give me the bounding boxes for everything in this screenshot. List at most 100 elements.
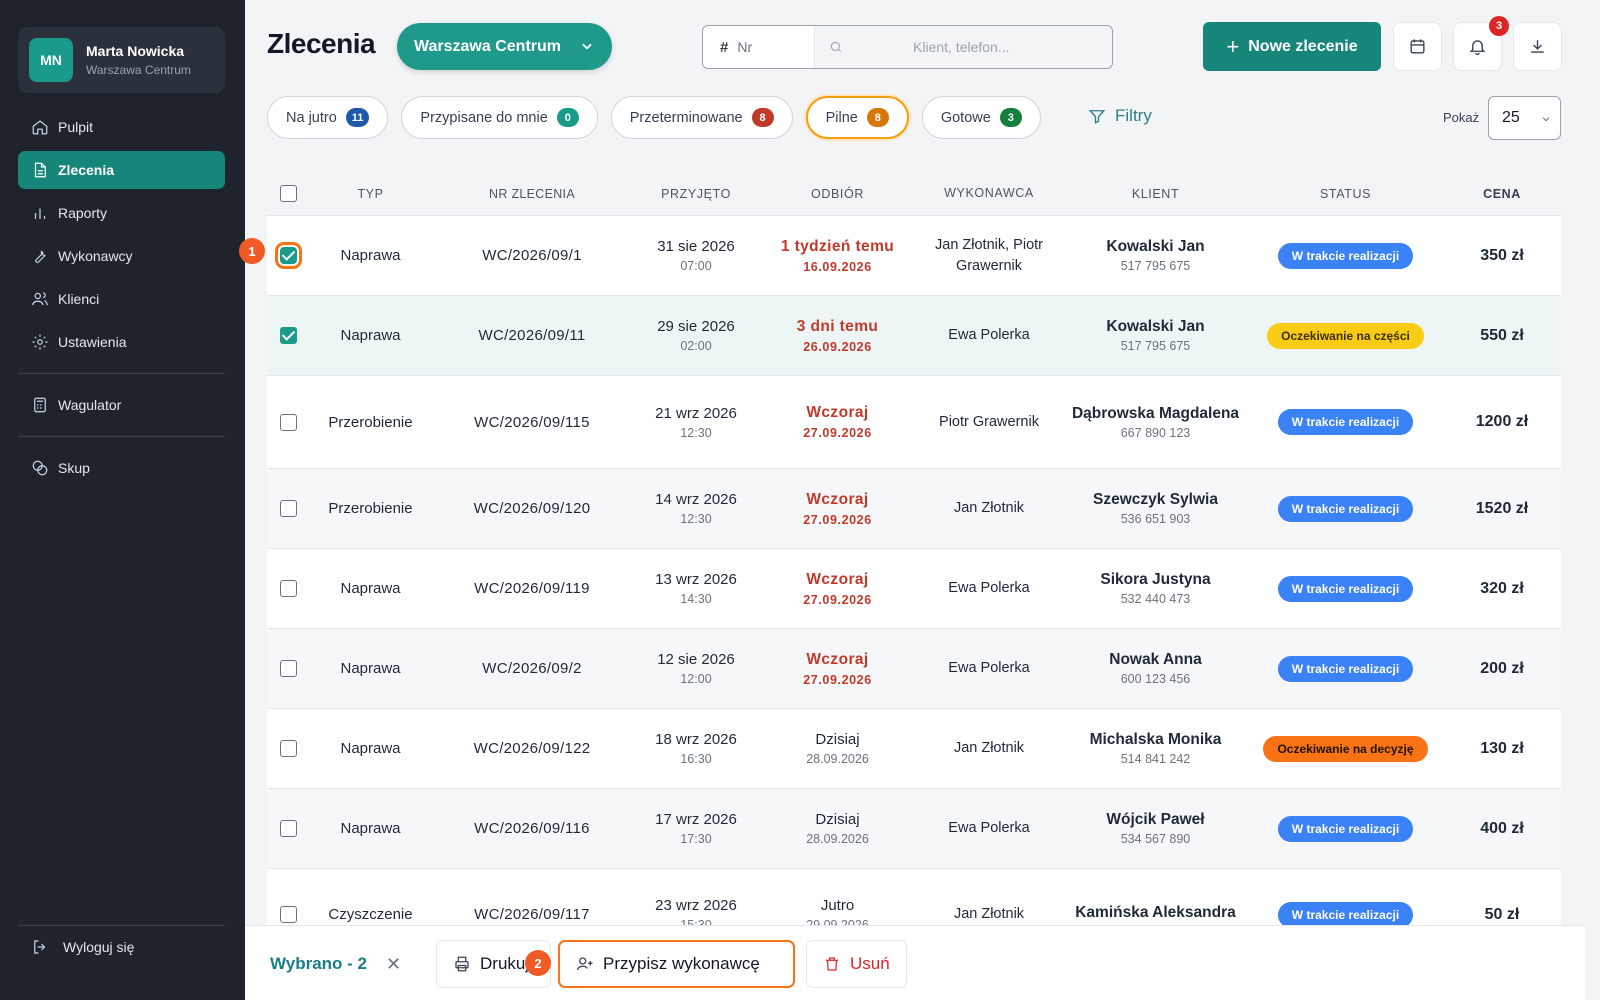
received-cell: 18 wrz 2026 16:30 [632,731,760,766]
table-row[interactable]: Naprawa WC/2026/09/2 12 sie 2026 12:00 Wczor… [267,629,1561,709]
download-button[interactable] [1513,22,1562,71]
table-row[interactable]: Naprawa WC/2026/09/11 29 sie 2026 02:00 3 dn… [267,296,1561,376]
filter-chip-gotowe[interactable]: Gotowe 3 [921,96,1041,139]
pickup-cell: Dzisiaj 28.09.2026 [760,811,915,846]
select-all-checkbox[interactable] [279,185,297,202]
order-number[interactable]: WC/2026/09/122 [432,740,632,757]
client-name: Kamińska Aleksandra [1075,904,1236,921]
new-order-button[interactable]: + Nowe zlecenie [1203,22,1381,71]
received-date: 23 wrz 2026 [655,897,737,914]
search-client-input[interactable]: Klient, telefon... [815,26,1112,68]
wrench-icon [35,250,46,264]
row-checkbox[interactable] [279,660,297,677]
table-row[interactable]: Naprawa WC/2026/09/122 18 wrz 2026 16:30 Dzi… [267,709,1561,789]
received-date: 14 wrz 2026 [655,491,737,508]
received-cell: 21 wrz 2026 12:30 [632,405,760,440]
sidebar-item-pulpit[interactable]: Pulpit [18,108,225,146]
user-name: Marta Nowicka [86,43,185,59]
search-nr-input[interactable]: # Nr [703,26,815,68]
column-header-executor[interactable]: WYKONAWCA [915,183,1063,204]
table-row[interactable]: Naprawa WC/2026/09/1 31 sie 2026 07:00 1 tyd… [267,216,1561,296]
delete-button[interactable]: Usuń [806,940,907,988]
sidebar-divider [18,373,225,374]
logout-button[interactable]: Wyloguj się [18,925,225,956]
status-badge: W trakcie realizacji [1277,409,1414,435]
row-checkbox[interactable] [279,740,297,757]
order-number[interactable]: WC/2026/09/120 [432,500,632,517]
column-header-client[interactable]: KLIENT [1063,187,1248,201]
filter-chip-przypisane[interactable]: Przypisane do mnie 0 [401,96,598,139]
received-time: 07:00 [680,259,712,273]
column-header-price[interactable]: CENA [1443,187,1561,201]
received-time: 12:00 [680,672,712,686]
search-nr-placeholder: Nr [737,39,753,55]
step-marker: 2 [525,950,551,976]
sidebar-item-zlecenia[interactable]: Zlecenia [18,151,225,189]
clear-selection-close-icon[interactable]: ✕ [386,954,401,975]
sidebar-item-klienci[interactable]: Klienci [18,280,225,318]
client-phone: 667 890 123 [1120,425,1191,440]
received-cell: 31 sie 2026 07:00 [632,238,760,273]
assign-executor-button[interactable]: Przypisz wykonawcę [558,940,795,988]
row-checkbox[interactable] [274,242,302,269]
order-number[interactable]: WC/2026/09/2 [432,660,632,677]
row-checkbox[interactable] [279,820,297,837]
sidebar-item-wagulator[interactable]: Wagulator [18,386,225,424]
order-type: Przerobienie [328,500,413,517]
order-number[interactable]: WC/2026/09/11 [432,327,632,344]
page-size-select[interactable]: 25 [1488,96,1561,140]
table-row[interactable]: Naprawa WC/2026/09/119 13 wrz 2026 14:30 Wcz… [267,549,1561,629]
received-cell: 14 wrz 2026 12:30 [632,491,760,526]
calendar-button[interactable] [1393,22,1442,71]
row-checkbox[interactable] [279,580,297,597]
filter-count-badge: 8 [866,108,889,127]
filter-chip-przeterminowane[interactable]: Przeterminowane 8 [610,96,793,139]
sidebar-item-raporty[interactable]: Raporty [18,194,225,232]
order-number[interactable]: WC/2026/09/1 [432,247,632,264]
pickup-date: 27.09.2026 [803,426,872,440]
column-header-nr[interactable]: NR ZLECENIA [432,187,632,201]
pickup-cell: Wczoraj 27.09.2026 [760,571,915,607]
client-cell: Sikora Justyna 532 440 473 [1063,571,1248,606]
executor: Ewa Polerka [948,660,1030,676]
column-header-received[interactable]: PRZYJĘTO [632,187,760,201]
sidebar-item-ustawienia[interactable]: Ustawienia [18,323,225,361]
sidebar-item-skup[interactable]: Skup [18,449,225,487]
pickup-date: 27.09.2026 [803,592,872,607]
quick-filters: Na jutro 11 Przypisane do mnie 0 Przeter… [267,96,1054,139]
pickup-cell: Wczoraj 27.09.2026 [760,404,915,440]
row-checkbox[interactable] [279,906,297,923]
pickup-relative: Wczoraj [806,404,869,421]
client-name: Dąbrowska Magdalena [1071,404,1240,422]
print-label: Drukuj [480,954,530,973]
column-header-type[interactable]: TYP [309,187,432,201]
user-branch: Warszawa Centrum [86,63,191,77]
users-icon [31,292,49,306]
filter-chip-na-jutro[interactable]: Na jutro 11 [267,96,389,139]
column-header-status[interactable]: STATUS [1248,187,1443,201]
order-number[interactable]: WC/2026/09/115 [432,414,632,431]
notifications-button[interactable]: 3 [1453,16,1509,71]
executor: Ewa Polerka [948,820,1030,836]
pickup-cell: Dzisiaj 28.09.2026 [760,731,915,766]
row-checkbox[interactable] [279,327,297,344]
branch-select[interactable]: Warszawa Centrum [397,23,612,70]
user-card[interactable]: MN Marta Nowicka Warszawa Centrum [18,27,225,93]
filter-chip-pilne[interactable]: Pilne 8 [805,96,909,139]
row-checkbox[interactable] [279,500,297,517]
row-checkbox[interactable] [279,413,297,431]
column-header-pickup[interactable]: ODBIÓR [760,187,915,201]
sidebar-item-wykonawcy[interactable]: Wykonawcy [18,237,225,275]
filter-chip-label: Przypisane do mnie [420,109,548,126]
table-row[interactable]: Przerobienie WC/2026/09/120 14 wrz 2026 12:… [267,469,1561,549]
order-number[interactable]: WC/2026/09/116 [432,820,632,837]
calculator-icon [34,397,46,413]
order-number[interactable]: WC/2026/09/119 [432,580,632,597]
filters-button[interactable]: Filtry [1088,106,1152,126]
pickup-relative: 1 tydzień temu [780,237,895,255]
table-row[interactable]: Przerobienie WC/2026/09/115 21 wrz 2026 12:… [267,376,1561,469]
pickup-cell: 1 tydzień temu 16.09.2026 [760,238,915,274]
table-row[interactable]: Naprawa WC/2026/09/116 17 wrz 2026 17:30 Dzi… [267,789,1561,869]
order-number[interactable]: WC/2026/09/117 [432,906,632,923]
status-badge: W trakcie realizacji [1277,495,1414,522]
